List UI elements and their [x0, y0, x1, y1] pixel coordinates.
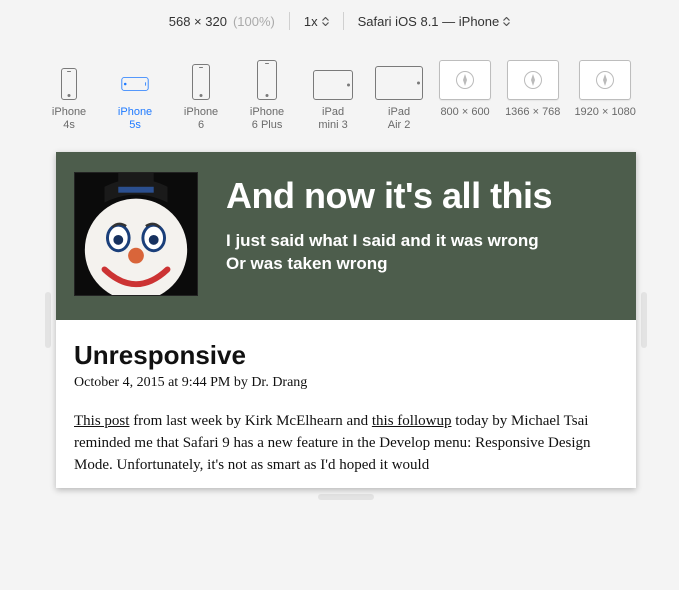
phone-icon [61, 68, 77, 100]
resize-handle-left[interactable] [45, 292, 51, 348]
body-link[interactable]: This post [74, 413, 129, 429]
device-label-line: iPad [388, 106, 410, 118]
device-label-line: iPhone [250, 106, 284, 118]
tablet-icon [375, 66, 423, 100]
device-label-line: Air 2 [388, 119, 411, 131]
site-tagline: I just said what I said and it was wrong… [226, 230, 636, 276]
screen-icon [439, 60, 491, 100]
device-label-line: mini 3 [318, 119, 347, 131]
device-ipad-mini-3[interactable]: iPadmini 3 [307, 70, 359, 132]
article: Unresponsive October 4, 2015 at 9:44 PM … [56, 320, 636, 476]
scale-dropdown[interactable]: 1x [290, 12, 343, 30]
device-label-line: 5s [129, 119, 141, 131]
avatar [74, 172, 198, 296]
device-iphone-5s[interactable]: iPhone5s [109, 68, 161, 132]
resize-handle-right[interactable] [641, 292, 647, 348]
post-body: This post from last week by Kirk McElhea… [74, 411, 618, 476]
device-label-line: iPad [322, 106, 344, 118]
dimensions-readout: 568 × 320 (100%) [155, 12, 289, 30]
device-800x600[interactable]: 800 × 600 [439, 60, 491, 132]
post-title: Unresponsive [74, 340, 618, 371]
phone-icon [257, 60, 277, 100]
compass-icon [455, 70, 475, 90]
screen-icon [507, 60, 559, 100]
device-1920x1080[interactable]: 1920 × 1080 [574, 60, 635, 132]
compass-icon [523, 70, 543, 90]
site-header: And now it's all this I just said what I… [56, 152, 636, 320]
tagline-line: Or was taken wrong [226, 254, 388, 273]
device-iphone-4s[interactable]: iPhone4s [43, 68, 95, 132]
device-iphone-6[interactable]: iPhone6 [175, 64, 227, 132]
site-title: And now it's all this [226, 176, 636, 216]
resize-handle-bottom[interactable] [318, 494, 374, 500]
preview-viewport[interactable]: And now it's all this I just said what I… [56, 152, 636, 488]
device-label-line: 1366 × 768 [505, 106, 560, 118]
responsive-toolbar: 568 × 320 (100%) 1x Safari iOS 8.1 — iPh… [0, 0, 679, 42]
device-presets: iPhone4s iPhone5s iPhone6 iPhone6 Plus i… [0, 42, 679, 146]
zoom-percent: (100%) [233, 14, 275, 29]
device-label-line: 1920 × 1080 [574, 106, 635, 118]
chevron-updown-icon [503, 17, 510, 26]
device-label-line: 6 Plus [252, 119, 283, 131]
user-agent-dropdown[interactable]: Safari iOS 8.1 — iPhone [344, 12, 525, 30]
device-label-line: 6 [198, 119, 204, 131]
post-meta: October 4, 2015 at 9:44 PM by Dr. Drang [74, 375, 618, 391]
device-iphone-6-plus[interactable]: iPhone6 Plus [241, 60, 293, 132]
phone-icon [121, 77, 148, 91]
device-label-line: iPhone [52, 106, 86, 118]
chevron-updown-icon [322, 17, 329, 26]
tagline-line: I just said what I said and it was wrong [226, 231, 539, 250]
tablet-icon [313, 70, 353, 100]
compass-icon [595, 70, 615, 90]
hero-text: And now it's all this I just said what I… [226, 172, 636, 275]
snowman-icon [75, 173, 197, 295]
device-label-line: 4s [63, 119, 75, 131]
device-ipad-air-2[interactable]: iPadAir 2 [373, 66, 425, 132]
body-text: from last week by Kirk McElhearn and [129, 413, 371, 429]
user-agent-label: Safari iOS 8.1 — iPhone [358, 14, 500, 29]
device-label-line: 800 × 600 [440, 106, 489, 118]
device-label-line: iPhone [184, 106, 218, 118]
device-label-line: iPhone [118, 106, 152, 118]
screen-icon [579, 60, 631, 100]
dimensions-value: 568 × 320 [169, 14, 227, 29]
scale-label: 1x [304, 14, 318, 29]
body-link[interactable]: this followup [372, 413, 452, 429]
device-1366x768[interactable]: 1366 × 768 [505, 60, 560, 132]
phone-icon [192, 64, 210, 100]
viewport-area: And now it's all this I just said what I… [0, 152, 679, 532]
